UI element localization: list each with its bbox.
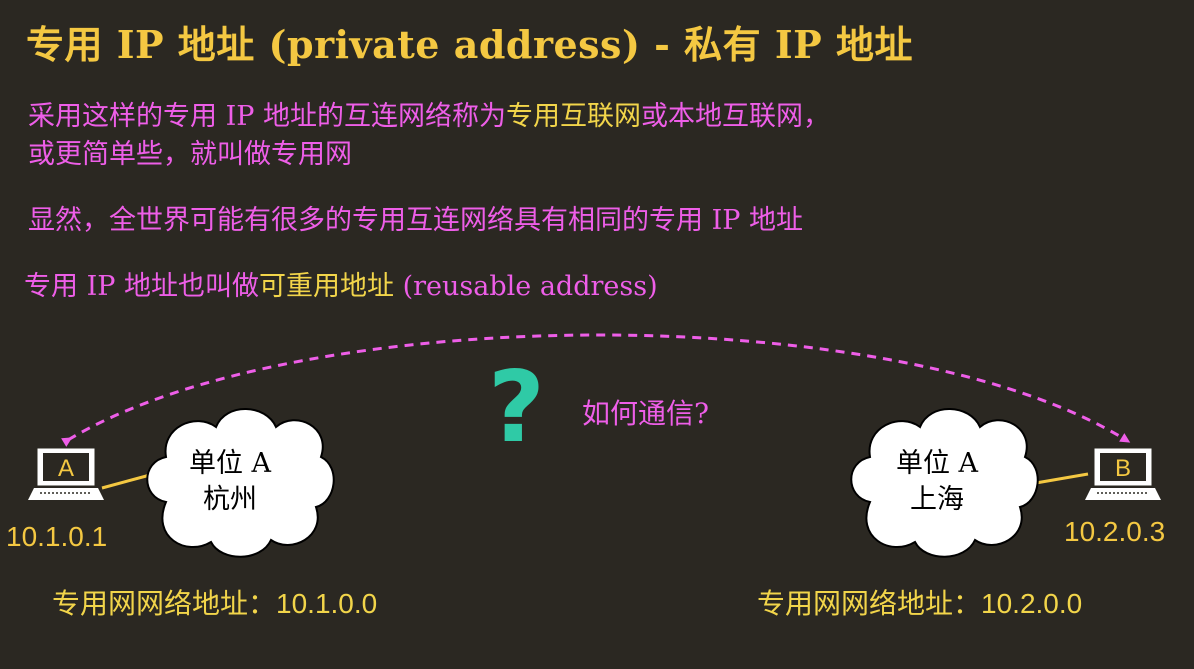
network-b-addr: 10.2.0.0 xyxy=(981,588,1083,619)
laptop-a-icon: A xyxy=(28,448,104,500)
cloud-b-label: 单位 A 上海 xyxy=(872,446,1002,518)
laptop-b-letter: B xyxy=(1115,455,1131,482)
network-b-label: 专用网网络地址： xyxy=(757,587,982,620)
host-a-ip: 10.1.0.1 xyxy=(6,521,108,552)
network-b-address: 专用网网络地址：10.2.0.0 xyxy=(757,582,1082,622)
network-diagram: A B xyxy=(28,333,1161,558)
question-label: 如何通信? xyxy=(582,397,710,430)
host-b-ip: 10.2.0.3 xyxy=(1064,516,1166,547)
network-a-label: 专用网网络地址： xyxy=(52,587,277,620)
cloud-b-line2: 上海 xyxy=(910,484,964,515)
cloud-a-line1: 单位 A xyxy=(188,448,272,479)
cloud-b-line1: 单位 A xyxy=(895,448,979,479)
question-mark-icon: ? xyxy=(488,351,545,465)
laptop-b-icon: B xyxy=(1085,448,1161,500)
link-a xyxy=(101,473,151,490)
network-a-address: 专用网网络地址：10.1.0.0 xyxy=(52,582,377,622)
network-a-addr: 10.1.0.0 xyxy=(276,588,378,619)
cloud-a-line2: 杭州 xyxy=(203,484,257,515)
laptop-a-letter: A xyxy=(58,455,74,482)
cloud-a-label: 单位 A 杭州 xyxy=(165,446,295,518)
